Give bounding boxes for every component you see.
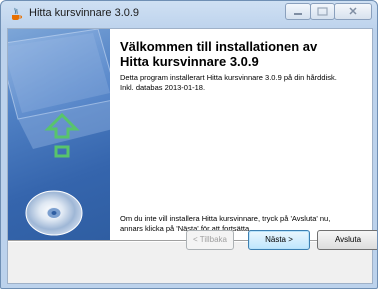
minimize-button[interactable]: [285, 3, 311, 20]
window-title: Hitta kursvinnare 3.0.9: [29, 7, 140, 19]
instruction-line-1: Om du inte vill installera Hitta kursvin…: [120, 214, 331, 223]
heading-line-2: Hitta kursvinnare 3.0.9: [120, 54, 259, 69]
title-bar[interactable]: Hitta kursvinnare 3.0.9: [1, 1, 377, 27]
cancel-button[interactable]: Avsluta: [317, 230, 377, 250]
close-button[interactable]: [334, 3, 372, 20]
minimize-icon: [294, 13, 302, 15]
back-button[interactable]: < Tillbaka: [186, 230, 234, 250]
side-banner: [8, 29, 110, 240]
close-icon: [349, 7, 357, 15]
description-line-1: Detta program installerart Hitta kursvin…: [120, 73, 337, 82]
maximize-button[interactable]: [310, 3, 335, 20]
cd-disc-icon: [25, 190, 83, 236]
description-line-2: Inkl. databas 2013-01-18.: [120, 83, 206, 92]
java-cup-icon: [12, 7, 22, 20]
welcome-panel: Välkommen till installationen av Hitta k…: [110, 29, 372, 240]
installer-window: Hitta kursvinnare 3.0.9 Välkommen till i…: [0, 0, 378, 289]
heading-line-1: Välkommen till installationen av: [120, 39, 318, 54]
welcome-heading: Välkommen till installationen av Hitta k…: [120, 39, 365, 69]
next-button[interactable]: Nästa >: [248, 230, 310, 250]
maximize-icon: [317, 7, 328, 16]
description-text: Detta program installerart Hitta kursvin…: [120, 73, 370, 93]
side-banner-artwork: [8, 29, 110, 236]
